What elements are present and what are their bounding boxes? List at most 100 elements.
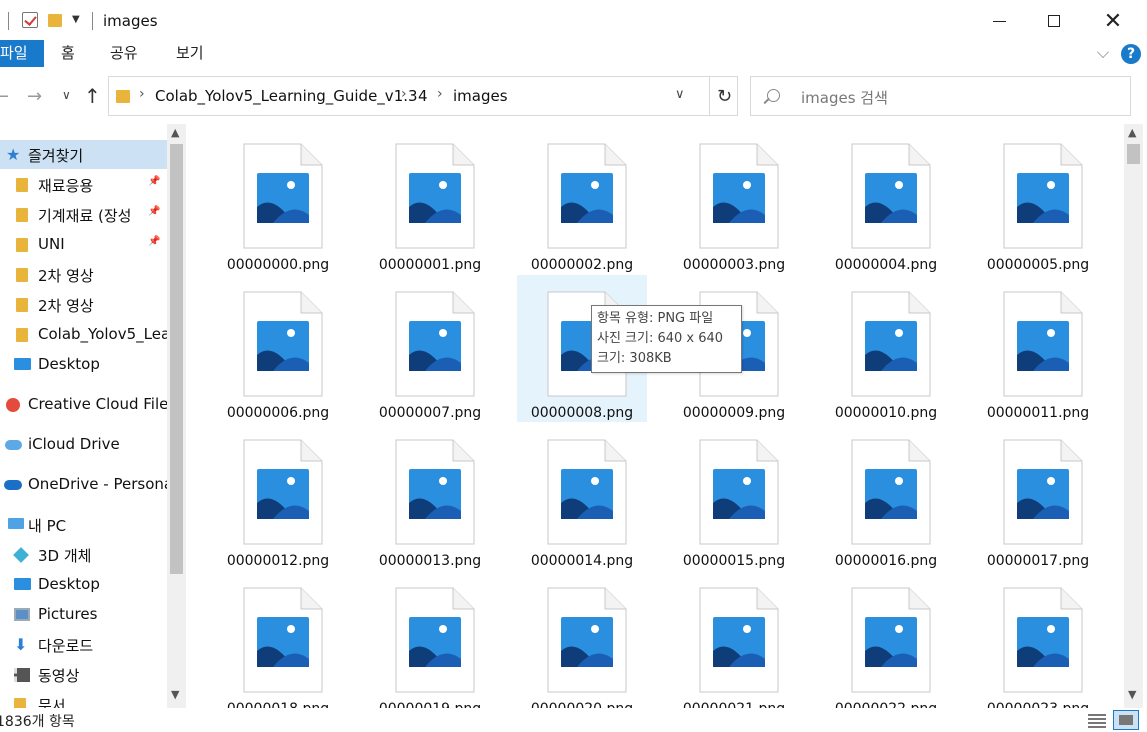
file-name: 00000012.png <box>226 553 330 569</box>
expand-ribbon-icon[interactable] <box>1097 46 1109 58</box>
quick-access-dropdown-icon[interactable]: ▼ <box>72 14 80 25</box>
search-input[interactable]: images 검색 <box>750 76 1131 116</box>
minimize-button[interactable] <box>976 6 1022 36</box>
file-tile[interactable]: 00000016.png <box>821 423 951 570</box>
close-button[interactable]: ✕ <box>1090 6 1136 36</box>
nav-item[interactable]: Creative Cloud Files <box>0 390 167 419</box>
details-view-button[interactable] <box>1088 712 1106 728</box>
nav-item[interactable]: 3D 개체 <box>0 540 167 569</box>
file-tile[interactable]: 00000019.png <box>365 571 495 708</box>
back-button[interactable]: ← <box>0 86 9 107</box>
address-dropdown-icon[interactable]: ∨ <box>675 87 685 102</box>
nav-item[interactable]: 동영상 <box>0 660 167 689</box>
file-tile[interactable]: 00000010.png <box>821 275 951 422</box>
file-tile[interactable]: 00000017.png <box>973 423 1103 570</box>
scroll-up-icon[interactable]: ▲ <box>171 126 179 139</box>
nav-item[interactable]: 내 PC <box>0 510 167 539</box>
nav-item[interactable]: 문서 <box>0 690 167 708</box>
maximize-button[interactable] <box>1031 6 1077 36</box>
file-tile[interactable]: 00000014.png <box>517 423 647 570</box>
nav-item-label: OneDrive - Personal <box>28 475 167 493</box>
help-icon[interactable]: ? <box>1121 44 1141 64</box>
file-grid-scrollbar[interactable]: ▲ ▼ <box>1124 124 1143 708</box>
nav-item[interactable]: 재료응용 📌 <box>0 170 167 199</box>
tab-view[interactable]: 보기 <box>176 40 204 67</box>
onedrive-icon <box>4 480 22 490</box>
scroll-thumb[interactable] <box>170 144 183 574</box>
file-tile[interactable]: 00000018.png <box>213 571 343 708</box>
new-folder-quick-access-icon[interactable] <box>48 14 62 27</box>
download-icon: ⬇ <box>14 635 28 654</box>
nav-item[interactable]: 2차 영상 <box>0 260 167 289</box>
nav-item-label: 즐겨찾기 <box>28 147 84 165</box>
file-name: 00000014.png <box>530 553 634 569</box>
scroll-thumb[interactable] <box>1127 144 1140 164</box>
status-bar: 1836개 항목 <box>0 708 1147 732</box>
nav-item[interactable]: OneDrive - Personal <box>0 470 167 499</box>
file-tile[interactable]: 00000000.png <box>213 127 343 274</box>
3d-objects-icon <box>13 547 29 563</box>
tab-file[interactable]: 파일 <box>0 40 44 67</box>
forward-button[interactable]: → <box>27 86 42 107</box>
recent-locations-chevron-icon[interactable]: ∨ <box>62 88 71 102</box>
title-separator <box>8 12 9 30</box>
file-name: 00000020.png <box>517 701 647 708</box>
tab-share[interactable]: 공유 <box>110 40 138 67</box>
pc-icon <box>8 518 24 529</box>
nav-item[interactable]: 기계재료 (장성 📌 <box>0 200 167 229</box>
file-tile[interactable]: 00000012.png <box>213 423 343 570</box>
file-tile[interactable]: 00000011.png <box>973 275 1103 422</box>
image-file-icon <box>1003 143 1083 249</box>
file-tile[interactable]: 00000002.png <box>517 127 647 274</box>
nav-item[interactable]: UNI 📌 <box>0 230 167 259</box>
tab-home[interactable]: 홈 <box>61 40 75 67</box>
breadcrumb-item[interactable]: images <box>453 87 508 105</box>
file-tile[interactable]: 00000006.png <box>213 275 343 422</box>
creative-cloud-icon <box>6 398 20 412</box>
file-tile[interactable]: 00000022.png <box>821 571 951 708</box>
nav-item[interactable]: Pictures <box>0 600 167 629</box>
file-tile[interactable]: 00000004.png <box>821 127 951 274</box>
nav-item[interactable]: iCloud Drive <box>0 430 167 459</box>
file-tile[interactable]: 00000021.png <box>669 571 799 708</box>
breadcrumb-item[interactable]: Colab_Yolov5_Learning_Guide_v1.3 <box>155 87 418 105</box>
image-file-icon <box>851 143 931 249</box>
file-tile[interactable]: 00000020.png <box>517 571 647 708</box>
properties-quick-access-icon[interactable] <box>22 12 38 28</box>
scroll-down-icon[interactable]: ▼ <box>1128 688 1136 701</box>
nav-item-label: Desktop <box>38 575 100 593</box>
nav-item[interactable]: Desktop <box>0 350 167 379</box>
breadcrumb-chevron-icon[interactable]: › <box>437 86 443 102</box>
file-name: 00000000.png <box>226 257 330 273</box>
nav-item-label: Creative Cloud Files <box>28 395 167 413</box>
file-tile[interactable]: 00000001.png <box>365 127 495 274</box>
file-name: 00000007.png <box>378 405 482 421</box>
breadcrumb-item[interactable]: 4 <box>418 87 428 105</box>
file-tile[interactable]: 00000005.png <box>973 127 1103 274</box>
large-icons-view-button[interactable] <box>1113 710 1139 730</box>
nav-item[interactable]: 2차 영상 <box>0 290 167 319</box>
up-button[interactable]: ↑ <box>84 84 101 108</box>
file-tile[interactable]: 00000013.png <box>365 423 495 570</box>
scroll-down-icon[interactable]: ▼ <box>171 688 179 701</box>
scroll-up-icon[interactable]: ▲ <box>1128 126 1136 139</box>
nav-item-label: 문서 <box>38 697 66 708</box>
file-tile[interactable]: 00000007.png <box>365 275 495 422</box>
breadcrumb-chevron-icon[interactable]: › <box>401 86 407 102</box>
tooltip-size: 크기: 308KB <box>597 351 672 366</box>
image-file-icon <box>851 587 931 693</box>
nav-item[interactable]: Colab_Yolov5_Learn <box>0 320 167 349</box>
refresh-button[interactable]: ↻ <box>709 77 739 115</box>
file-tile[interactable]: 00000003.png <box>669 127 799 274</box>
file-tile[interactable]: 00000023.png <box>973 571 1103 708</box>
file-info-tooltip: 항목 유형: PNG 파일 사진 크기: 640 x 640 크기: 308KB <box>591 305 742 373</box>
address-bar[interactable]: › Colab_Yolov5_Learning_Guide_v1.3 › 4 ›… <box>108 76 738 116</box>
ribbon-tabs: 파일 홈 공유 보기 <box>0 40 1147 68</box>
breadcrumb-chevron-icon[interactable]: › <box>139 86 145 102</box>
minimize-icon <box>992 20 1006 22</box>
nav-item[interactable]: ★ 즐겨찾기 <box>0 140 167 169</box>
navigation-pane-scrollbar[interactable]: ▲ ▼ <box>167 124 186 708</box>
file-tile[interactable]: 00000015.png <box>669 423 799 570</box>
nav-item[interactable]: Desktop <box>0 570 167 599</box>
nav-item[interactable]: ⬇ 다운로드 <box>0 630 167 659</box>
